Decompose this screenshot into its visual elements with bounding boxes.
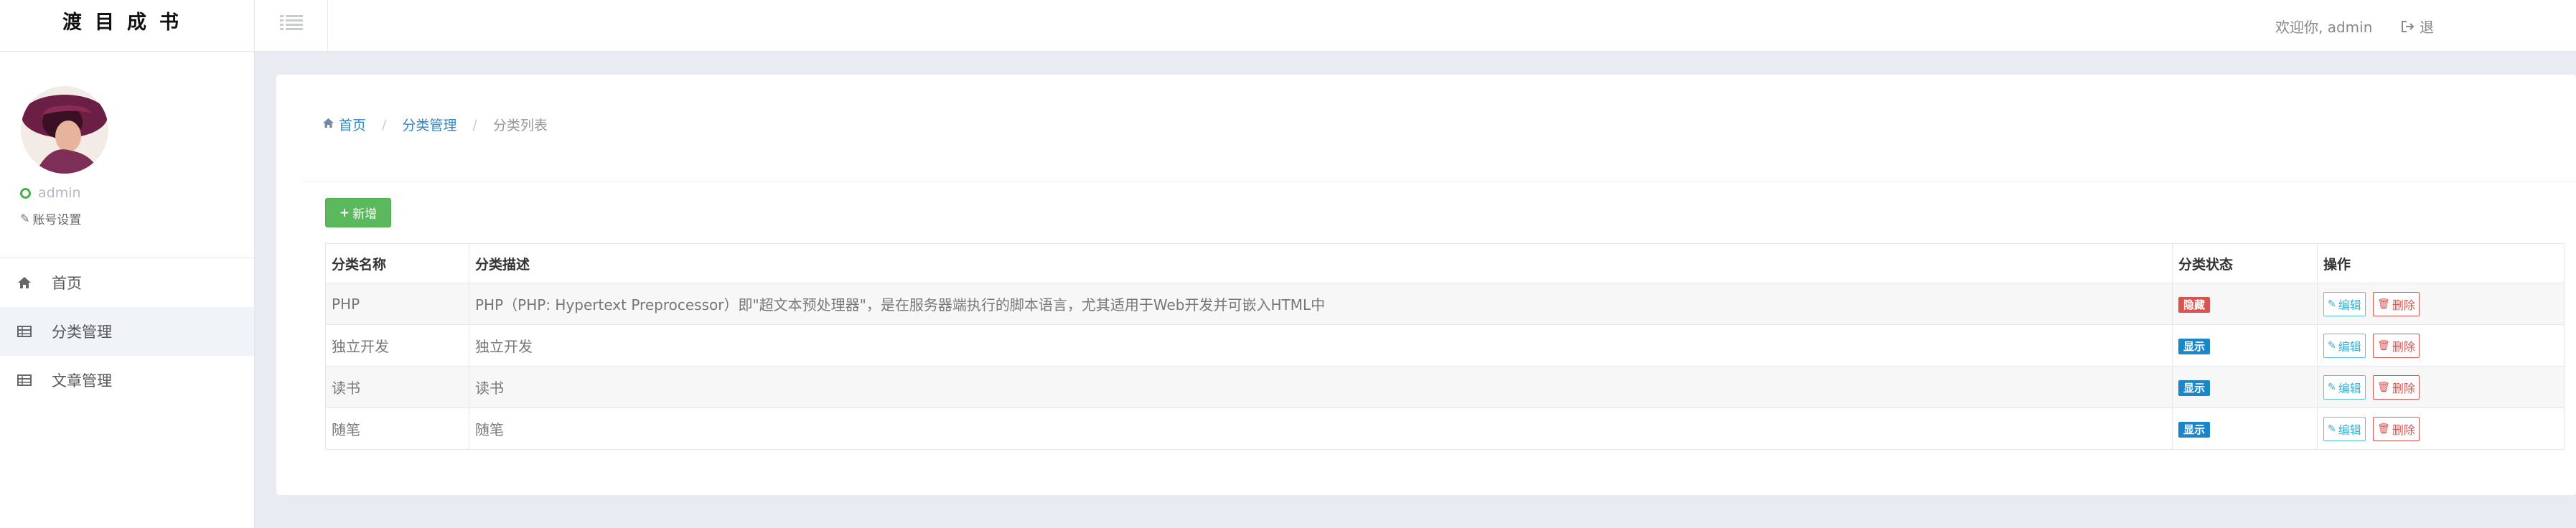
edit-label: 编辑 — [2338, 339, 2361, 354]
logout-button[interactable]: 退 — [2401, 16, 2434, 37]
edit-label: 编辑 — [2338, 298, 2361, 312]
divider — [302, 181, 2576, 182]
column-header-name: 分类名称 — [325, 243, 469, 283]
delete-button[interactable]: 🗑 删除 — [2373, 291, 2420, 316]
table-row: 随笔 随笔 显示 ✎ 编辑 🗑 删除 — [325, 407, 2565, 450]
pencil-icon: ✎ — [2328, 339, 2336, 352]
pencil-icon: ✎ — [2328, 381, 2336, 393]
home-icon — [322, 117, 334, 132]
online-icon — [20, 187, 31, 199]
sidebar-item-home[interactable]: 首页 — [0, 258, 254, 307]
cell-desc: PHP（PHP: Hypertext Preprocessor）即"超文本预处理… — [469, 283, 2173, 325]
username: admin — [38, 185, 81, 201]
trash-icon: 🗑 — [2377, 339, 2390, 352]
add-button[interactable]: + 新增 — [325, 198, 391, 227]
trash-icon: 🗑 — [2377, 298, 2390, 310]
status-badge: 显示 — [2178, 339, 2211, 354]
cell-name: PHP — [325, 283, 469, 325]
logout-label: 退 — [2420, 19, 2434, 36]
cell-name: 随笔 — [325, 407, 469, 450]
delete-label: 删除 — [2392, 381, 2415, 395]
breadcrumb-home-link[interactable]: 首页 — [339, 115, 366, 134]
status-badge: 隐藏 — [2178, 297, 2211, 313]
cell-op: ✎ 编辑 🗑 删除 — [2317, 324, 2565, 367]
edit-button[interactable]: ✎ 编辑 — [2323, 291, 2366, 316]
online-status: admin — [20, 185, 254, 201]
column-header-desc: 分类描述 — [469, 243, 2173, 283]
breadcrumb: 首页 / 分类管理 / 分类列表 — [322, 115, 548, 134]
account-settings-link[interactable]: ✎ 账号设置 — [20, 209, 254, 227]
cell-op: ✎ 编辑 🗑 删除 — [2317, 283, 2565, 325]
plus-icon: + — [339, 205, 350, 220]
user-profile: admin ✎ 账号设置 — [0, 52, 254, 258]
cell-desc: 随笔 — [469, 407, 2173, 450]
breadcrumb-separator: / — [472, 116, 477, 133]
sidebar-item-label: 分类管理 — [52, 324, 112, 341]
edit-label: 编辑 — [2338, 423, 2361, 437]
delete-button[interactable]: 🗑 删除 — [2373, 374, 2420, 400]
sidebar: 渡目成书 admin ✎ 账号设置 首页 分类管理 文章管理 — [0, 0, 255, 528]
delete-label: 删除 — [2392, 298, 2415, 312]
edit-button[interactable]: ✎ 编辑 — [2323, 333, 2366, 358]
cell-name: 读书 — [325, 366, 469, 408]
breadcrumb-separator: / — [382, 116, 387, 133]
delete-button[interactable]: 🗑 删除 — [2373, 333, 2420, 358]
column-header-state: 分类状态 — [2172, 243, 2318, 283]
account-settings-label: 账号设置 — [32, 213, 82, 227]
delete-button[interactable]: 🗑 删除 — [2373, 416, 2420, 441]
sidebar-item-label: 首页 — [52, 275, 82, 292]
cell-desc: 读书 — [469, 366, 2173, 408]
table-icon — [17, 374, 37, 386]
sidebar-item-category[interactable]: 分类管理 — [0, 307, 254, 356]
table-icon — [17, 326, 37, 337]
pencil-icon: ✎ — [2328, 423, 2336, 435]
table-header-row: 分类名称 分类描述 分类状态 操作 — [325, 243, 2565, 283]
sidebar-item-articles[interactable]: 文章管理 — [0, 356, 254, 405]
trash-icon: 🗑 — [2377, 381, 2390, 393]
cell-state: 显示 — [2172, 324, 2318, 367]
topbar: 欢迎你, admin 退 — [255, 0, 2576, 52]
menu-toggle-button[interactable] — [255, 0, 328, 52]
table-row: 读书 读书 显示 ✎ 编辑 🗑 删除 — [325, 366, 2565, 408]
cell-name: 独立开发 — [325, 324, 469, 367]
cell-state: 显示 — [2172, 407, 2318, 450]
edit-label: 编辑 — [2338, 381, 2361, 395]
cell-op: ✎ 编辑 🗑 删除 — [2317, 366, 2565, 408]
status-badge: 显示 — [2178, 422, 2211, 438]
cell-desc: 独立开发 — [469, 324, 2173, 367]
cell-state: 显示 — [2172, 366, 2318, 408]
table-row: 独立开发 独立开发 显示 ✎ 编辑 🗑 删除 — [325, 324, 2565, 367]
breadcrumb-current: 分类列表 — [492, 118, 548, 133]
cell-op: ✎ 编辑 🗑 删除 — [2317, 407, 2565, 450]
main-panel: 首页 / 分类管理 / 分类列表 + 新增 分类名称 分类描述 分类状态 操作 … — [276, 75, 2576, 495]
category-table: 分类名称 分类描述 分类状态 操作 PHP PHP（PHP: Hypertext… — [325, 243, 2565, 450]
trash-icon: 🗑 — [2377, 423, 2390, 435]
sidebar-item-label: 文章管理 — [52, 372, 112, 390]
cell-state: 隐藏 — [2172, 283, 2318, 325]
pencil-icon: ✎ — [2328, 298, 2336, 310]
avatar[interactable] — [21, 86, 108, 174]
welcome-text: 欢迎你, admin — [2275, 19, 2373, 36]
column-header-op: 操作 — [2317, 243, 2565, 283]
table-row: PHP PHP（PHP: Hypertext Preprocessor）即"超文… — [325, 283, 2565, 325]
edit-button[interactable]: ✎ 编辑 — [2323, 416, 2366, 441]
edit-button[interactable]: ✎ 编辑 — [2323, 374, 2366, 400]
brand-title: 渡目成书 — [0, 0, 254, 52]
status-badge: 显示 — [2178, 380, 2211, 396]
add-button-label: 新增 — [352, 207, 378, 222]
sidebar-nav: 首页 分类管理 文章管理 — [0, 258, 254, 405]
delete-label: 删除 — [2392, 423, 2415, 437]
logout-icon — [2402, 20, 2415, 32]
delete-label: 删除 — [2392, 339, 2415, 354]
pencil-icon: ✎ — [20, 212, 30, 225]
home-icon — [17, 276, 37, 289]
breadcrumb-category-link[interactable]: 分类管理 — [402, 115, 456, 134]
list-icon — [279, 15, 303, 30]
